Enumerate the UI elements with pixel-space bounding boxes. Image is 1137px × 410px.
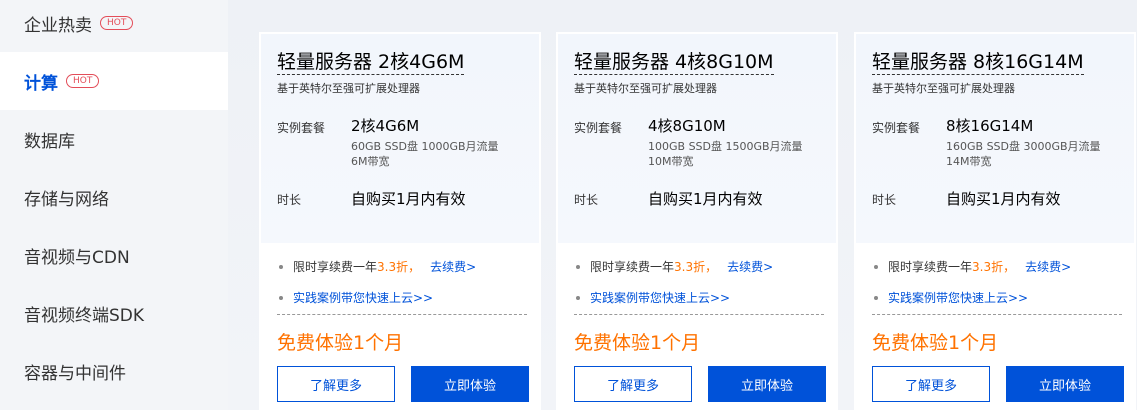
sidebar-item-label: 计算 [24, 73, 58, 94]
sidebar-item-compute[interactable]: 计算 HOT [0, 52, 228, 110]
spec-detail-bandwidth: 14M带宽 [946, 155, 992, 168]
divider [872, 314, 1122, 315]
bullet-dot-icon [874, 295, 878, 300]
free-trial-price: 免费体验1个月 [574, 332, 701, 354]
renew-link[interactable]: 去续费> [727, 258, 773, 275]
card-title[interactable]: 轻量服务器 2核4G6M [277, 50, 465, 75]
duration-value: 自购买1月内有效 [648, 190, 763, 208]
divider [574, 314, 824, 315]
promo-line: 限时享续费一年 3.3折， 去续费> [874, 258, 1071, 275]
sidebar-item-label: 存储与网络 [24, 189, 109, 210]
spec-label: 实例套餐 [574, 121, 623, 135]
sidebar-item-label: 音视频终端SDK [24, 305, 145, 326]
bullet-dot-icon [576, 295, 580, 300]
product-area: 轻量服务器 2核4G6M 基于英特尔至强可扩展处理器 实例套餐 2核4G6M 6… [228, 0, 1137, 410]
sidebar-item-av-sdk[interactable]: 音视频终端SDK [0, 284, 228, 342]
category-sidebar: 企业热卖 HOT 计算 HOT 数据库 存储与网络 音视频与CDN 音视频终端S… [0, 0, 228, 410]
spec-value: 2核4G6M [351, 117, 420, 135]
promo-discount: 3.3折， [377, 260, 421, 274]
renew-link[interactable]: 去续费> [1025, 258, 1071, 275]
bullet-dot-icon [874, 264, 878, 269]
sidebar-item-container-middleware[interactable]: 容器与中间件 [0, 342, 228, 400]
learn-more-button[interactable]: 了解更多 [574, 366, 692, 402]
sidebar-item-database[interactable]: 数据库 [0, 110, 228, 168]
sidebar-item-av-cdn[interactable]: 音视频与CDN [0, 226, 228, 284]
spec-detail-storage: 60GB SSD盘 1000GB月流量 [351, 140, 499, 153]
learn-more-button[interactable]: 了解更多 [277, 366, 395, 402]
case-line: 实践案例带您快速上云>> [576, 289, 730, 306]
sidebar-item-enterprise-hot[interactable]: 企业热卖 HOT [0, 0, 228, 52]
duration-value: 自购买1月内有效 [351, 190, 466, 208]
product-card: 轻量服务器 4核8G10M 基于英特尔至强可扩展处理器 实例套餐 4核8G10M… [556, 32, 838, 410]
try-now-button[interactable]: 立即体验 [1006, 366, 1124, 402]
sidebar-item-label: 数据库 [24, 131, 75, 152]
spec-detail-bandwidth: 6M带宽 [351, 155, 390, 168]
renew-link[interactable]: 去续费> [430, 258, 476, 275]
promo-discount: 3.3折， [972, 260, 1016, 274]
try-now-button[interactable]: 立即体验 [411, 366, 529, 402]
sidebar-item-label: 音视频与CDN [24, 247, 130, 268]
promo-discount: 3.3折， [674, 260, 718, 274]
duration-label: 时长 [872, 193, 897, 207]
sidebar-item-label: 企业热卖 [24, 15, 92, 36]
promo-text: 限时享续费一年 [888, 260, 973, 274]
promo-text: 限时享续费一年 [590, 260, 675, 274]
hot-badge: HOT [66, 74, 100, 88]
promo-line: 限时享续费一年 3.3折， 去续费> [576, 258, 773, 275]
free-trial-price: 免费体验1个月 [872, 332, 999, 354]
product-card: 轻量服务器 2核4G6M 基于英特尔至强可扩展处理器 实例套餐 2核4G6M 6… [259, 32, 541, 410]
case-link[interactable]: 实践案例带您快速上云>> [590, 289, 730, 306]
bullet-dot-icon [279, 295, 283, 300]
card-subtitle: 基于英特尔至强可扩展处理器 [872, 82, 1015, 95]
sidebar-item-label: 容器与中间件 [24, 363, 126, 384]
card-subtitle: 基于英特尔至强可扩展处理器 [277, 82, 420, 95]
duration-value: 自购买1月内有效 [946, 190, 1061, 208]
spec-detail-bandwidth: 10M带宽 [648, 155, 694, 168]
spec-label: 实例套餐 [277, 121, 326, 135]
promo-text: 限时享续费一年 [293, 260, 378, 274]
hot-badge: HOT [100, 16, 134, 30]
spec-detail-storage: 160GB SSD盘 3000GB月流量 [946, 140, 1101, 153]
product-card: 轻量服务器 8核16G14M 基于英特尔至强可扩展处理器 实例套餐 8核16G1… [854, 32, 1136, 410]
bullet-dot-icon [279, 264, 283, 269]
duration-label: 时长 [574, 193, 599, 207]
spec-value: 8核16G14M [946, 117, 1034, 135]
case-line: 实践案例带您快速上云>> [874, 289, 1028, 306]
promo-line: 限时享续费一年 3.3折， 去续费> [279, 258, 476, 275]
learn-more-button[interactable]: 了解更多 [872, 366, 990, 402]
case-link[interactable]: 实践案例带您快速上云>> [293, 289, 433, 306]
divider [277, 314, 527, 315]
card-title[interactable]: 轻量服务器 8核16G14M [872, 50, 1084, 75]
sidebar-item-storage-network[interactable]: 存储与网络 [0, 168, 228, 226]
spec-value: 4核8G10M [648, 117, 726, 135]
bullet-dot-icon [576, 264, 580, 269]
case-link[interactable]: 实践案例带您快速上云>> [888, 289, 1028, 306]
spec-detail-storage: 100GB SSD盘 1500GB月流量 [648, 140, 803, 153]
try-now-button[interactable]: 立即体验 [708, 366, 826, 402]
spec-label: 实例套餐 [872, 121, 921, 135]
free-trial-price: 免费体验1个月 [277, 332, 404, 354]
case-line: 实践案例带您快速上云>> [279, 289, 433, 306]
card-title[interactable]: 轻量服务器 4核8G10M [574, 50, 774, 75]
card-subtitle: 基于英特尔至强可扩展处理器 [574, 82, 717, 95]
duration-label: 时长 [277, 193, 302, 207]
